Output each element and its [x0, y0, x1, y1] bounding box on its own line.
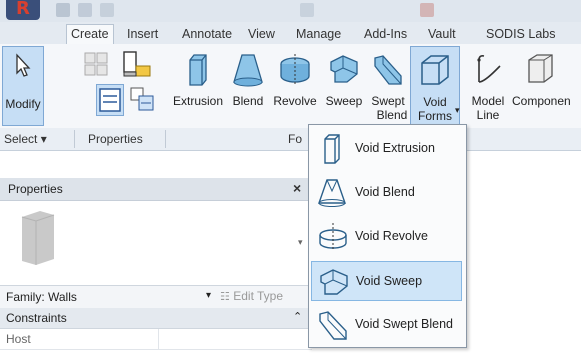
component-button[interactable]: Componen	[510, 46, 581, 126]
void-forms-label-line2: Forms	[418, 109, 452, 123]
tab-create[interactable]: Create	[66, 24, 114, 45]
blend-icon	[232, 52, 264, 91]
collapse-icon[interactable]: ⌃	[293, 310, 302, 323]
type-dropdown-icon[interactable]: ▾	[298, 237, 303, 248]
close-icon[interactable]: ×	[293, 180, 301, 196]
void-extrusion-icon	[317, 133, 347, 168]
menu-item-label: Void Extrusion	[355, 141, 435, 155]
cursor-arrow-icon	[12, 53, 34, 82]
void-cube-icon	[419, 53, 451, 90]
extrusion-label: Extrusion	[172, 94, 224, 108]
properties-palette-header: Properties ×	[0, 178, 312, 201]
menu-item-void-swept-blend[interactable]: Void Swept Blend	[311, 305, 462, 345]
properties-panel-label: Properties	[88, 132, 143, 146]
component-icon	[525, 52, 555, 91]
family-category-button[interactable]	[118, 46, 154, 82]
revolve-label: Revolve	[273, 94, 317, 108]
application-menu-button[interactable]: R	[6, 0, 40, 20]
tab-manage[interactable]: Manage	[292, 25, 345, 44]
panel-separator	[74, 130, 75, 148]
host-row: Host	[0, 329, 312, 350]
menu-item-void-extrusion[interactable]: Void Extrusion	[311, 129, 462, 169]
tab-sodis-labs[interactable]: SODIS Labs	[482, 25, 559, 44]
modify-button[interactable]: Modify	[2, 46, 44, 126]
sweep-icon	[327, 52, 361, 91]
sweep-label: Sweep	[325, 94, 363, 108]
ribbon-panel-labels: Select ▾ Properties Fo	[0, 128, 581, 151]
dropdown-arrow-icon: ▾	[455, 105, 460, 115]
menu-item-label: Void Blend	[355, 185, 415, 199]
properties-button[interactable]	[96, 84, 124, 116]
modify-label: Modify	[5, 97, 41, 111]
host-label: Host	[6, 332, 31, 346]
edit-type-icon: ☷	[220, 291, 230, 303]
open-icon[interactable]	[56, 3, 70, 17]
type-properties-icon	[129, 86, 155, 115]
menu-item-void-revolve[interactable]: Void Revolve	[311, 217, 462, 257]
constraints-group[interactable]: Constraints ⌃	[0, 308, 312, 329]
family-selector[interactable]: Family: Walls	[6, 290, 77, 304]
forms-panel-label: Fo	[288, 132, 303, 146]
void-forms-label-line1: Void	[423, 95, 447, 109]
void-swept-blend-icon	[317, 309, 349, 344]
void-blend-icon	[317, 177, 347, 212]
measure-icon[interactable]	[300, 3, 314, 17]
panel-separator	[165, 130, 166, 148]
column-divider	[158, 329, 159, 349]
family-types-button[interactable]	[80, 46, 112, 82]
void-sweep-icon	[318, 266, 350, 301]
tab-insert[interactable]: Insert	[123, 25, 162, 44]
tab-add-ins[interactable]: Add-Ins	[360, 25, 411, 44]
properties-palette-title: Properties	[8, 182, 63, 196]
model-line-label-line2: Line	[476, 108, 500, 122]
edit-type-button[interactable]: ☷ Edit Type	[220, 289, 283, 303]
quick-access-toolbar: R	[0, 0, 581, 23]
menu-item-label: Void Swept Blend	[355, 317, 453, 331]
swept-blend-label-line2: Blend	[376, 108, 408, 122]
properties-icon	[98, 87, 122, 116]
menu-item-void-blend[interactable]: Void Blend	[311, 173, 462, 213]
family-types-icon	[82, 50, 110, 81]
ribbon-panel: Modify Extrusion Blend Revolve Sweep Swe…	[0, 44, 581, 129]
menu-item-void-sweep[interactable]: Void Sweep	[311, 261, 462, 301]
wall-type-thumbnail-icon	[14, 207, 64, 270]
family-category-icon	[120, 50, 152, 83]
void-revolve-icon	[317, 221, 349, 256]
revolve-icon	[278, 52, 312, 91]
extrusion-button[interactable]: Extrusion	[168, 46, 228, 126]
model-line-label-line1: Model	[471, 94, 505, 108]
revit-logo-icon: R	[16, 0, 30, 19]
tab-view[interactable]: View	[244, 25, 279, 44]
select-dropdown-icon: ▾	[40, 132, 47, 146]
close-window-icon[interactable]	[420, 3, 434, 17]
tab-vault[interactable]: Vault	[424, 25, 460, 44]
constraints-label: Constraints	[6, 311, 67, 325]
undo-icon[interactable]	[100, 3, 114, 17]
swept-blend-button[interactable]: Swept Blend	[366, 46, 410, 126]
menu-item-label: Void Sweep	[356, 274, 423, 288]
type-properties-button[interactable]	[128, 84, 156, 116]
menu-item-label: Void Revolve	[355, 229, 428, 243]
revolve-button[interactable]: Revolve	[268, 46, 322, 126]
model-line-icon	[474, 52, 502, 91]
edit-type-label: Edit Type	[233, 289, 284, 303]
extrusion-icon	[186, 52, 210, 91]
save-icon[interactable]	[78, 3, 92, 17]
swept-blend-label-line1: Swept	[371, 94, 405, 108]
sweep-button[interactable]: Sweep	[322, 46, 366, 126]
family-dropdown-icon[interactable]: ▾	[206, 290, 211, 301]
blend-button[interactable]: Blend	[228, 46, 268, 126]
family-row: Family: Walls ▾ ☷ Edit Type	[0, 285, 312, 309]
swept-blend-icon	[371, 52, 405, 91]
select-panel-label[interactable]: Select ▾	[4, 132, 47, 146]
ribbon-tabs: Create Insert Annotate View Manage Add-I…	[0, 22, 581, 45]
type-selector[interactable]: ▾	[0, 201, 312, 284]
void-forms-button[interactable]: Void Forms ▾	[410, 46, 460, 128]
model-line-button[interactable]: Model Line	[468, 46, 508, 126]
blend-label: Blend	[232, 94, 264, 108]
tab-annotate[interactable]: Annotate	[178, 25, 236, 44]
void-forms-menu: Void Extrusion Void Blend Void Revolve V…	[308, 124, 467, 348]
component-label: Componen	[512, 94, 571, 108]
